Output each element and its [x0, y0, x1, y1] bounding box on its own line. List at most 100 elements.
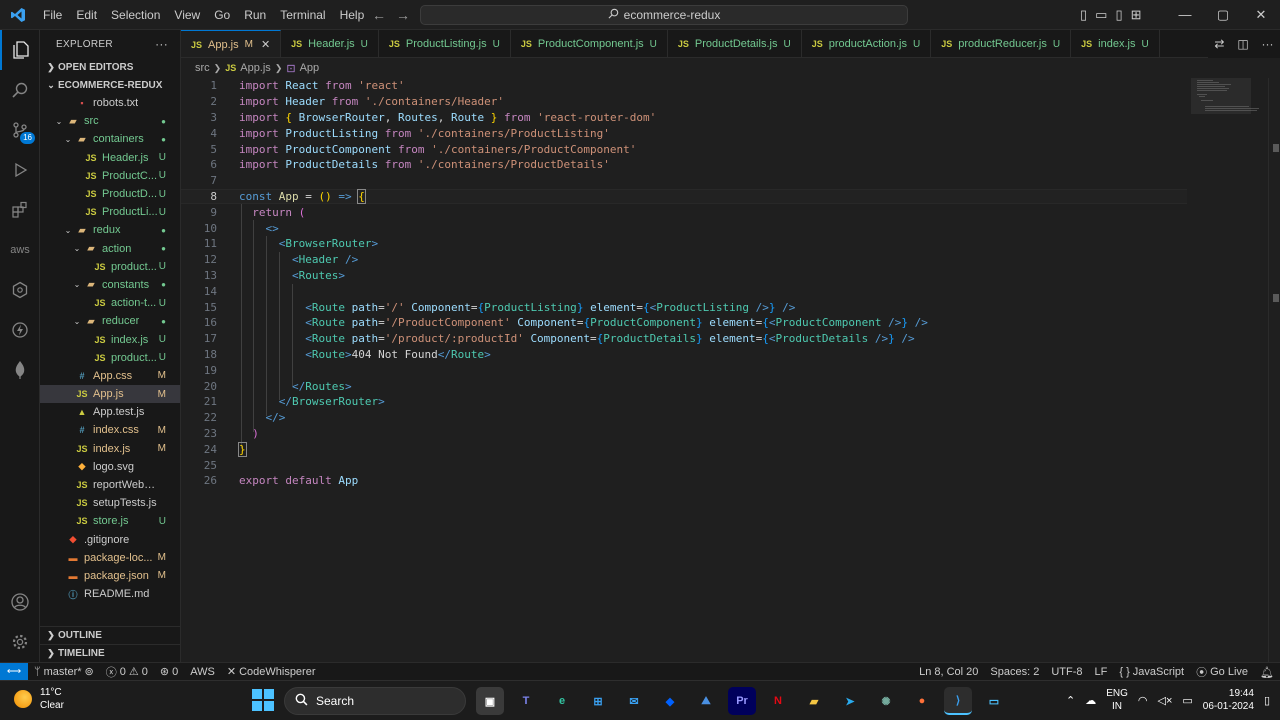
battery-icon[interactable]: ▭	[1182, 694, 1192, 707]
aws-status[interactable]: AWS	[184, 666, 221, 678]
breadcrumb-symbol[interactable]: App	[300, 62, 320, 74]
outline-section[interactable]: ❯ OUTLINE	[40, 626, 180, 644]
tab-index-js[interactable]: JS index.js U	[1071, 30, 1160, 57]
language-mode[interactable]: { } JavaScript	[1113, 666, 1190, 678]
remote-indicator[interactable]: ⟷	[0, 662, 28, 681]
tree-item[interactable]: ▬ package-loc... M	[40, 549, 180, 567]
close-window-icon[interactable]: ✕	[1242, 0, 1280, 30]
task-view-icon[interactable]: ▣	[476, 687, 504, 715]
tab-productlisting-js[interactable]: JS ProductListing.js U	[379, 30, 511, 57]
tree-item[interactable]: JS Header.js U	[40, 149, 180, 167]
ports-indicator[interactable]: ⊛ 0	[154, 665, 184, 679]
aws-icon[interactable]: aws	[0, 230, 40, 270]
tree-item[interactable]: JS action-t... U	[40, 294, 180, 312]
tree-item[interactable]: JS reportWebVitals.js	[40, 476, 180, 494]
language-indicator[interactable]: ENG IN	[1106, 687, 1128, 713]
codewhisperer-status[interactable]: ✕ CodeWhisperer	[221, 665, 322, 679]
dropbox-icon[interactable]: ◆	[656, 687, 684, 715]
chatgpt-icon[interactable]: ✺	[872, 687, 900, 715]
search-icon[interactable]	[0, 70, 40, 110]
tree-item[interactable]: ◆ logo.svg	[40, 458, 180, 476]
tree-item[interactable]: ▬ package.json M	[40, 567, 180, 585]
menu-terminal[interactable]: Terminal	[273, 0, 332, 30]
wifi-icon[interactable]: ◠	[1138, 694, 1148, 707]
tree-item[interactable]: # App.css M	[40, 367, 180, 385]
volume-icon[interactable]: ◁×	[1157, 694, 1172, 707]
taskbar-search[interactable]: Search	[284, 687, 466, 715]
minimize-icon[interactable]: —	[1166, 0, 1204, 30]
project-section[interactable]: ⌄ ECOMMERCE-REDUX	[40, 76, 180, 94]
lightning-icon[interactable]	[0, 310, 40, 350]
windows-start-icon[interactable]	[252, 689, 274, 711]
compare-changes-icon[interactable]: ⇄	[1214, 37, 1224, 51]
menu-selection[interactable]: Selection	[104, 0, 167, 30]
breadcrumb-folder[interactable]: src	[195, 62, 210, 74]
tree-item[interactable]: ⌄ ▰ redux ●	[40, 221, 180, 239]
toggle-secondary-sidebar-icon[interactable]: ▯	[1115, 0, 1122, 30]
tree-item[interactable]: JS index.js M	[40, 440, 180, 458]
go-live-button[interactable]: ⦿ Go Live	[1190, 664, 1254, 680]
edge-icon[interactable]: e	[548, 687, 576, 715]
maximize-icon[interactable]: ▢	[1204, 0, 1242, 30]
indentation[interactable]: Spaces: 2	[984, 666, 1045, 678]
menu-edit[interactable]: Edit	[69, 0, 104, 30]
tab-app-js[interactable]: JS App.js M ✕	[181, 30, 282, 57]
line-ending[interactable]: LF	[1089, 666, 1114, 678]
menu-run[interactable]: Run	[237, 0, 273, 30]
tree-item[interactable]: JS store.js U	[40, 512, 180, 530]
tree-item[interactable]: ▲ App.test.js	[40, 403, 180, 421]
store-icon[interactable]: ⊞	[584, 687, 612, 715]
encoding[interactable]: UTF-8	[1045, 666, 1088, 678]
notification-icon[interactable]: ▯	[1264, 694, 1270, 707]
minimap[interactable]	[1187, 78, 1267, 662]
tree-item[interactable]: # index.css M	[40, 421, 180, 439]
extensions-icon[interactable]	[0, 190, 40, 230]
close-tab-icon[interactable]: ✕	[261, 38, 270, 51]
premiere-icon[interactable]: Pr	[728, 687, 756, 715]
toggle-primary-sidebar-icon[interactable]: ▯	[1080, 0, 1087, 30]
forward-arrow-icon[interactable]: →	[396, 0, 410, 30]
cursor-position[interactable]: Ln 8, Col 20	[913, 666, 984, 678]
menu-file[interactable]: File	[36, 0, 69, 30]
clock[interactable]: 19:44 06-01-2024	[1203, 687, 1254, 713]
tree-item[interactable]: JS product... U	[40, 258, 180, 276]
code-editor[interactable]: 1 import React from 'react' 2 import Heade…	[181, 78, 1187, 662]
tree-item[interactable]: JS index.js U	[40, 330, 180, 348]
tree-item[interactable]: JS App.js M	[40, 385, 180, 404]
toggle-panel-icon[interactable]: ▭	[1095, 0, 1107, 30]
timeline-section[interactable]: ❯ TIMELINE	[40, 644, 180, 662]
tab-header-js[interactable]: JS Header.js U	[281, 30, 379, 57]
tab-productreducer-js[interactable]: JS productReducer.js U	[931, 30, 1072, 57]
tree-item[interactable]: JS ProductC... U	[40, 167, 180, 185]
problems-indicator[interactable]: ⓧ 0 ⚠ 0	[100, 664, 154, 680]
remote-desktop-icon[interactable]: ▭	[980, 687, 1008, 715]
tab-productdetails-js[interactable]: JS ProductDetails.js U	[668, 30, 802, 57]
run-debug-icon[interactable]	[0, 150, 40, 190]
netflix-icon[interactable]: N	[764, 687, 792, 715]
menu-view[interactable]: View	[167, 0, 207, 30]
gear-icon[interactable]	[0, 622, 40, 662]
file-explorer-icon[interactable]: ▰	[800, 687, 828, 715]
chevron-up-icon[interactable]: ⌃	[1066, 694, 1075, 707]
tree-item[interactable]: ⌄ ▰ src ●	[40, 112, 180, 130]
command-center[interactable]: ecommerce-redux	[420, 5, 908, 25]
tree-item[interactable]: ⌄ ▰ constants ●	[40, 276, 180, 294]
vscode-taskbar-icon[interactable]: ⟩	[944, 687, 972, 715]
mongodb-leaf-icon[interactable]	[0, 350, 40, 390]
tree-item[interactable]: ⌄ ▰ action ●	[40, 240, 180, 258]
more-actions-icon[interactable]: ···	[155, 37, 168, 51]
tree-item[interactable]: JS product... U	[40, 349, 180, 367]
tab-productaction-js[interactable]: JS productAction.js U	[802, 30, 932, 57]
branch-indicator[interactable]: ᛘ master* ⊚	[28, 665, 100, 679]
firefox-icon[interactable]: ●	[908, 687, 936, 715]
explorer-icon[interactable]	[0, 30, 40, 70]
weather-widget[interactable]: 11°C Clear	[14, 686, 64, 712]
account-icon[interactable]	[0, 582, 40, 622]
tree-item[interactable]: ◆ .gitignore	[40, 531, 180, 549]
split-editor-icon[interactable]: ◫	[1237, 37, 1248, 51]
mail-icon[interactable]: ✉	[620, 687, 648, 715]
tree-item[interactable]: ⌄ ▰ reducer ●	[40, 312, 180, 330]
back-arrow-icon[interactable]: ←	[372, 0, 386, 30]
breadcrumb-file[interactable]: App.js	[240, 62, 271, 74]
vertical-scrollbar[interactable]	[1268, 78, 1280, 662]
